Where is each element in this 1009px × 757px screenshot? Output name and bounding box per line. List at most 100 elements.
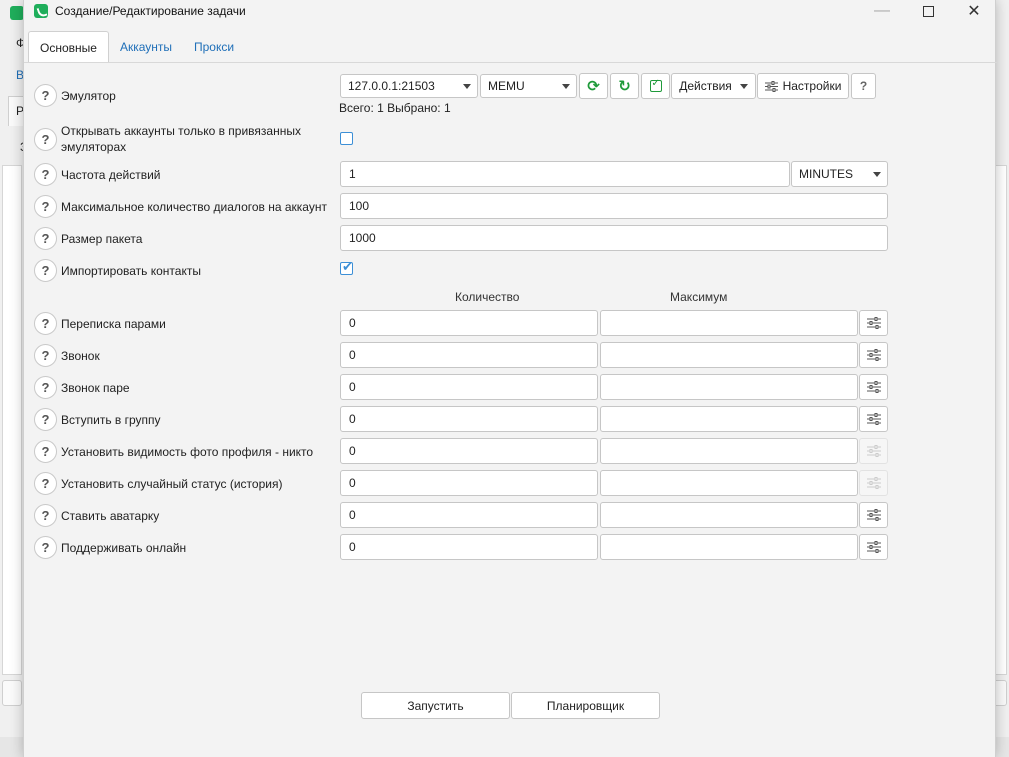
action-count-input[interactable]: 0 (340, 534, 598, 560)
sliders-icon (866, 381, 881, 393)
action-settings-button[interactable] (859, 342, 888, 368)
help-icon[interactable]: ? (34, 440, 57, 463)
sliders-icon (866, 509, 881, 521)
window-title: Создание/Редактирование задачи (55, 4, 246, 18)
task-edit-dialog: Создание/Редактирование задачи — ✕ Основ… (23, 0, 997, 757)
sliders-icon (866, 349, 881, 361)
settings-button[interactable]: Настройки (757, 73, 849, 99)
action-label: Звонок паре (61, 381, 130, 395)
scheduler-button[interactable]: Планировщик (511, 692, 660, 719)
refresh-icon: ↻ (618, 78, 631, 95)
background-button-left (2, 680, 22, 706)
action-settings-button[interactable] (859, 534, 888, 560)
action-max-input[interactable] (600, 406, 858, 432)
chevron-down-icon (739, 83, 748, 89)
help-icon-frequency[interactable]: ? (34, 163, 57, 186)
action-max-input[interactable] (600, 470, 858, 496)
action-count-input[interactable]: 0 (340, 470, 598, 496)
action-label: Установить видимость фото профиля - никт… (61, 445, 314, 459)
sliders-icon (866, 477, 881, 489)
action-max-input[interactable] (600, 342, 858, 368)
emulator-type-select[interactable]: MEMU (480, 74, 577, 98)
help-icon[interactable]: ? (34, 408, 57, 431)
help-icon[interactable]: ? (34, 376, 57, 399)
tab-bar: Основные Аккаунты Прокси (28, 31, 245, 63)
tab-main[interactable]: Основные (28, 31, 109, 63)
import-contacts-label: Импортировать контакты (61, 264, 201, 278)
frequency-unit-select[interactable]: MINUTES (791, 161, 888, 187)
help-icon-import[interactable]: ? (34, 259, 57, 282)
tab-accounts[interactable]: Аккаунты (109, 31, 183, 63)
background-panel-left (2, 165, 22, 675)
chevron-down-icon (562, 84, 570, 89)
run-button[interactable]: Запустить (361, 692, 510, 719)
sync-icon: ⟳ (587, 78, 600, 95)
action-label: Поддерживать онлайн (61, 541, 187, 555)
action-settings-button[interactable] (859, 406, 888, 432)
action-count-input[interactable]: 0 (340, 438, 598, 464)
max-column-header: Максимум (670, 290, 728, 304)
maximize-icon (922, 5, 934, 17)
tab-divider (24, 62, 997, 63)
help-icon-batch[interactable]: ? (34, 227, 57, 250)
bound-only-checkbox[interactable] (340, 132, 353, 145)
help-icon[interactable]: ? (34, 344, 57, 367)
action-max-input[interactable] (600, 534, 858, 560)
action-settings-button (859, 438, 888, 464)
bound-only-label: Открывать аккаунты только в привязанных … (61, 124, 301, 154)
emulator-address-value: 127.0.0.1:21503 (348, 79, 435, 93)
action-count-input[interactable]: 0 (340, 502, 598, 528)
action-max-input[interactable] (600, 374, 858, 400)
select-all-button[interactable]: ✓ (641, 73, 670, 99)
batch-size-input[interactable]: 1000 (340, 225, 888, 251)
action-label: Ставить аватарку (61, 509, 160, 523)
action-settings-button[interactable] (859, 374, 888, 400)
help-icon-emulator[interactable]: ? (34, 84, 57, 107)
help-icon[interactable]: ? (34, 536, 57, 559)
sync-button[interactable]: ⟳ (579, 73, 608, 99)
action-count-input[interactable]: 0 (340, 406, 598, 432)
action-count-input[interactable]: 0 (340, 374, 598, 400)
minimize-button[interactable]: — (859, 0, 905, 22)
phone-app-icon (34, 4, 48, 18)
emulator-address-select[interactable]: 127.0.0.1:21503 (340, 74, 478, 98)
action-count-input[interactable]: 0 (340, 342, 598, 368)
chevron-down-icon (463, 84, 471, 89)
close-button[interactable]: ✕ (951, 0, 997, 22)
emulator-summary: Всего: 1 Выбрано: 1 (339, 101, 451, 115)
title-bar[interactable]: Создание/Редактирование задачи — ✕ (24, 0, 997, 24)
action-max-input[interactable] (600, 502, 858, 528)
sliders-icon (764, 80, 778, 92)
action-settings-button (859, 470, 888, 496)
frequency-input[interactable]: 1 (340, 161, 790, 187)
help-icon-bound-only[interactable]: ? (34, 128, 57, 151)
action-label: Вступить в группу (61, 413, 161, 427)
checkbox-check-icon: ✓ (649, 78, 662, 92)
frequency-unit-value: MINUTES (799, 167, 853, 181)
action-settings-button[interactable] (859, 310, 888, 336)
max-dialogs-label: Максимальное количество диалогов на акка… (61, 200, 327, 214)
action-max-input[interactable] (600, 310, 858, 336)
import-contacts-checkbox[interactable] (340, 259, 353, 275)
settings-label: Настройки (782, 79, 842, 93)
tab-proxy[interactable]: Прокси (183, 31, 245, 63)
close-icon: ✕ (967, 3, 981, 20)
maximize-button[interactable] (905, 0, 951, 22)
sliders-icon (866, 541, 881, 553)
action-label: Звонок (61, 349, 100, 363)
actions-dropdown-button[interactable]: Действия (671, 73, 756, 99)
chevron-down-icon (873, 172, 881, 177)
action-count-input[interactable]: 0 (340, 310, 598, 336)
refresh-button[interactable]: ↻ (610, 73, 639, 99)
action-label: Переписка парами (61, 317, 166, 331)
help-icon[interactable]: ? (34, 504, 57, 527)
help-icon-max-dialogs[interactable]: ? (34, 195, 57, 218)
help-button[interactable]: ? (851, 73, 876, 99)
help-icon[interactable]: ? (34, 312, 57, 335)
sliders-icon (866, 413, 881, 425)
max-dialogs-input[interactable]: 100 (340, 193, 888, 219)
frequency-label: Частота действий (61, 168, 161, 182)
action-max-input[interactable] (600, 438, 858, 464)
help-icon[interactable]: ? (34, 472, 57, 495)
action-settings-button[interactable] (859, 502, 888, 528)
